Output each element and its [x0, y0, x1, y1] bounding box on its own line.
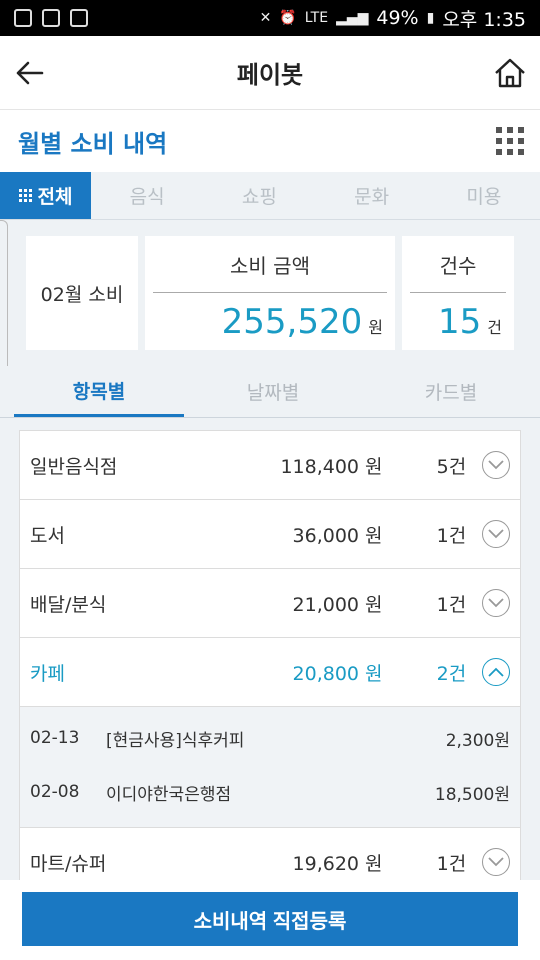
grid-menu-icon[interactable] [496, 127, 524, 155]
notification-icons [14, 9, 88, 27]
category-name: 배달/분식 [30, 593, 107, 616]
category-tabs: 전체 음식 쇼핑 문화 미용 [0, 172, 540, 220]
category-name: 도서 [30, 524, 65, 547]
tab-by-card[interactable]: 카드별 [362, 366, 540, 417]
total-amount: 255,520 [221, 301, 363, 342]
section-header: 월별 소비 내역 [0, 110, 540, 172]
transaction-amount: 2,300원 [445, 730, 510, 751]
amount-value-row: 255,520 원 [145, 293, 395, 350]
amount-unit: 원 [368, 317, 383, 337]
alarm-icon: ⏰ [279, 10, 297, 26]
signal-icon: ▂▄▆ [336, 10, 369, 26]
category-count: 2건 [436, 662, 467, 685]
app-notification-icon-2 [70, 9, 88, 27]
category-amount: 118,400 원 [280, 455, 383, 478]
transaction-date: 02-08 [30, 782, 80, 802]
category-list-area: 일반음식점 118,400 원 5건 도서 36,000 원 1건 배달/분식 … [0, 418, 540, 898]
tab-culture[interactable]: 문화 [316, 172, 428, 219]
app-header: 페이봇 [0, 36, 540, 110]
category-count: 1건 [436, 593, 467, 616]
transaction-row[interactable]: 02-08 이디야한국은행점 18,500원 [20, 765, 520, 819]
count-value-row: 15 건 [402, 293, 514, 350]
gallery-notification-icon [42, 9, 60, 27]
transaction-desc: 이디야한국은행점 [106, 784, 232, 805]
category-name: 카페 [30, 662, 65, 685]
chevron-down-icon[interactable] [482, 589, 510, 617]
tab-by-category[interactable]: 항목별 [14, 366, 184, 417]
chevron-down-icon[interactable] [482, 848, 510, 876]
chevron-down-icon[interactable] [482, 520, 510, 548]
category-count: 1건 [436, 852, 467, 875]
mute-icon: ✕ [259, 10, 272, 26]
register-expense-button[interactable]: 소비내역 직접등록 [22, 892, 518, 946]
arrow-left-icon[interactable] [12, 55, 48, 91]
battery-icon: ▮ [426, 10, 435, 26]
category-amount: 21,000 원 [292, 593, 383, 616]
clock: 오후 1:35 [442, 8, 526, 31]
app-notification-icon [14, 9, 32, 27]
tab-food[interactable]: 음식 [91, 172, 203, 219]
network-type: LTE [304, 10, 329, 26]
month-label: 02월 소비 [26, 236, 138, 350]
total-count: 15 [438, 301, 482, 342]
bottom-bar: 소비내역 직접등록 [0, 880, 540, 960]
category-name: 일반음식점 [30, 455, 118, 478]
tab-shopping[interactable]: 쇼핑 [203, 172, 315, 219]
list-item-expanded[interactable]: 카페 20,800 원 2건 [20, 638, 520, 707]
status-bar: ✕ ⏰ LTE ▂▄▆ 49% ▮ 오후 1:35 [0, 0, 540, 36]
grid-small-icon [18, 189, 32, 202]
tab-label: 전체 [37, 186, 73, 208]
transaction-row[interactable]: 02-13 [현금사용]식후커피 2,300원 [20, 711, 520, 765]
amount-header: 소비 금액 [230, 253, 310, 278]
category-count: 5건 [436, 455, 467, 478]
transaction-date: 02-13 [30, 728, 80, 748]
chevron-down-icon[interactable] [482, 451, 510, 479]
category-name: 마트/슈퍼 [30, 852, 107, 875]
category-count: 1건 [436, 524, 467, 547]
system-status: ✕ ⏰ LTE ▂▄▆ 49% ▮ 오후 1:35 [260, 5, 526, 32]
category-amount: 19,620 원 [292, 852, 383, 875]
cafe-details: 02-13 [현금사용]식후커피 2,300원 02-08 이디야한국은행점 1… [20, 707, 520, 828]
count-unit: 건 [487, 317, 502, 337]
view-tabs: 항목별 날짜별 카드별 [0, 366, 540, 418]
list-item[interactable]: 일반음식점 118,400 원 5건 [20, 431, 520, 500]
battery-percent: 49% [376, 7, 419, 29]
tab-beauty[interactable]: 미용 [428, 172, 540, 219]
transaction-desc: [현금사용]식후커피 [106, 730, 245, 751]
home-icon[interactable] [492, 55, 528, 91]
section-title: 월별 소비 내역 [18, 129, 168, 158]
app-title: 페이봇 [236, 61, 304, 89]
monthly-summary: 02월 소비 소비 금액 255,520 원 건수 15 건 [0, 220, 540, 416]
amount-card: 소비 금액 255,520 원 [145, 236, 395, 350]
tab-by-date[interactable]: 날짜별 [184, 366, 362, 417]
count-header: 건수 [439, 253, 477, 278]
count-card: 건수 15 건 [402, 236, 514, 350]
list-item[interactable]: 배달/분식 21,000 원 1건 [20, 569, 520, 638]
category-amount: 36,000 원 [292, 524, 383, 547]
transaction-amount: 18,500원 [434, 784, 510, 805]
chevron-up-icon[interactable] [482, 658, 510, 686]
category-amount: 20,800 원 [292, 662, 383, 685]
category-list: 일반음식점 118,400 원 5건 도서 36,000 원 1건 배달/분식 … [19, 430, 521, 898]
list-item[interactable]: 도서 36,000 원 1건 [20, 500, 520, 569]
tab-all[interactable]: 전체 [0, 172, 91, 219]
